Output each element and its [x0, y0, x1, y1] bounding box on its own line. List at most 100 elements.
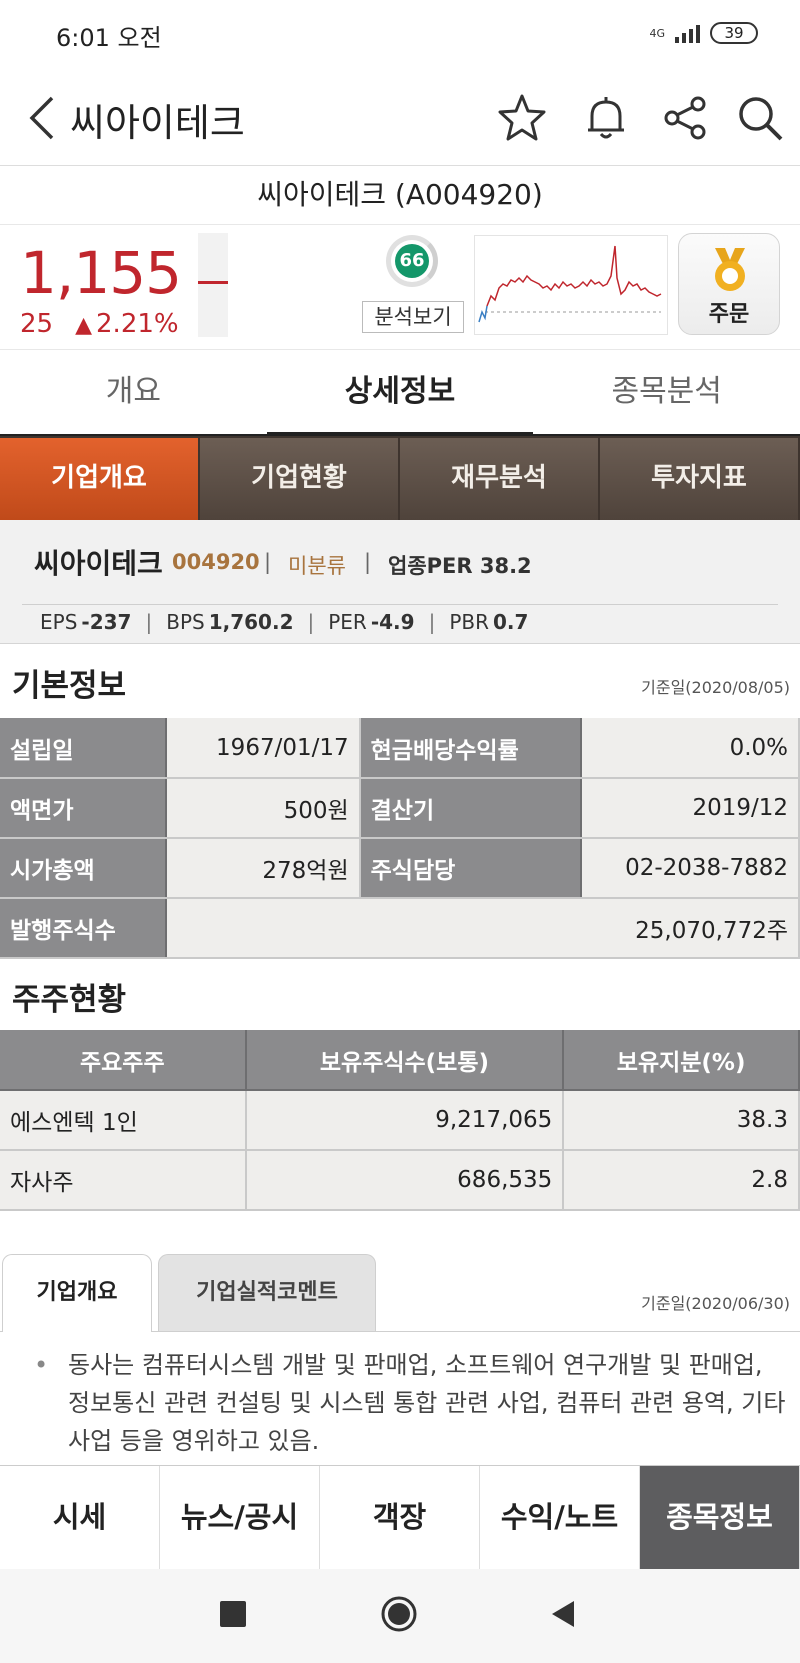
- status-time: 6:01 오전: [56, 24, 162, 52]
- app-header: 씨아이테크: [0, 70, 800, 166]
- table-header-row: 주요주주 보유주식수(보통) 보유지분(%): [0, 1030, 800, 1091]
- day-range-marker: [198, 281, 228, 284]
- tab-earnings-comment[interactable]: 기업실적코멘트: [158, 1254, 376, 1332]
- info-value: 02-2038-7882: [581, 838, 800, 899]
- status-bar: 6:01 오전 4G 39: [0, 0, 800, 70]
- battery-icon: 39: [710, 22, 758, 44]
- nav-lounge[interactable]: 객장: [320, 1466, 480, 1569]
- info-value: 1967/01/17: [165, 718, 361, 779]
- order-button[interactable]: 주문: [678, 233, 780, 335]
- info-value: 25,070,772주: [165, 898, 800, 959]
- table-row: 에스엔텍 1인 9,217,065 38.3: [0, 1090, 800, 1151]
- tab-details[interactable]: 상세정보: [266, 350, 534, 436]
- bottom-navigation: 시세 뉴스/공시 객장 수익/노트 종목정보: [0, 1465, 800, 1569]
- shares-held: 686,535: [245, 1150, 565, 1211]
- price-change: 25 ▲ 2.21%: [20, 309, 179, 339]
- nav-news[interactable]: 뉴스/공시: [160, 1466, 320, 1569]
- sub-tab-bar: 기업개요 기업현황 재무분석 투자지표: [0, 436, 800, 520]
- table-row: 자사주 686,535 2.8: [0, 1150, 800, 1211]
- tab-overview[interactable]: 개요: [0, 350, 267, 434]
- ownership-pct: 38.3: [563, 1090, 800, 1151]
- summary-divider: [22, 604, 778, 605]
- home-icon[interactable]: [380, 1595, 418, 1633]
- star-icon[interactable]: [496, 92, 548, 144]
- nav-quotes[interactable]: 시세: [0, 1466, 160, 1569]
- tab-company-overview[interactable]: 기업개요: [2, 1254, 152, 1332]
- table-row: 발행주식수 25,070,772주: [0, 898, 800, 959]
- summary-separator: |: [264, 550, 272, 574]
- column-header: 보유지분(%): [563, 1030, 800, 1091]
- shareholder-name: 자사주: [0, 1150, 247, 1211]
- current-price: 1,155: [20, 239, 182, 307]
- basic-info-date: 기준일(2020/08/05): [641, 678, 790, 697]
- ownership-pct: 2.8: [563, 1150, 800, 1211]
- metric-bps: BPS 1,760.2: [166, 610, 294, 634]
- metric-separator: |: [145, 610, 153, 634]
- page-title: 씨아이테크: [70, 101, 245, 145]
- search-icon[interactable]: [734, 92, 786, 144]
- info-key: 시가총액: [0, 838, 167, 899]
- company-date: 기준일(2020/06/30): [641, 1294, 790, 1313]
- shareholders-title: 주주현황: [12, 982, 127, 1018]
- company-summary: 씨아이테크 004920 | 미분류 | 업종PER 38.2 EPS -237 …: [0, 520, 800, 644]
- info-value: 278억원: [165, 838, 361, 899]
- shareholders-table: 주요주주 보유주식수(보통) 보유지분(%) 에스엔텍 1인 9,217,065…: [0, 1030, 800, 1211]
- change-amount: 25: [20, 309, 54, 339]
- price-panel: 1,155 25 ▲ 2.21% 66 분석보기 주문: [0, 224, 800, 350]
- company-description: • 동사는 컴퓨터시스템 개발 및 판매업, 소프트웨어 연구개발 및 판매업,…: [30, 1346, 790, 1460]
- metric-per: PER -4.9: [328, 610, 415, 634]
- basic-info-title: 기본정보: [12, 668, 127, 704]
- medal-icon: [715, 248, 745, 291]
- nav-stock-info[interactable]: 종목정보: [640, 1466, 800, 1569]
- recent-apps-icon[interactable]: [220, 1601, 246, 1627]
- summary-stock-code: 004920: [172, 550, 260, 574]
- back-nav-icon[interactable]: [550, 1599, 576, 1629]
- info-key: 설립일: [0, 718, 167, 779]
- info-value: 2019/12: [581, 778, 800, 839]
- column-header: 보유주식수(보통): [245, 1030, 565, 1091]
- key-metrics: EPS -237 | BPS 1,760.2 | PER -4.9 | PBR 0.7: [40, 610, 528, 634]
- stock-full-name: 씨아이테크 (A004920): [257, 178, 543, 211]
- subtab-company-overview[interactable]: 기업개요: [0, 436, 200, 520]
- signal-icon: [675, 23, 700, 43]
- nav-profit-note[interactable]: 수익/노트: [480, 1466, 640, 1569]
- main-tab-bar: 개요 상세정보 종목분석: [0, 350, 800, 436]
- table-row: 설립일 1967/01/17 현금배당수익률 0.0%: [0, 718, 800, 779]
- metric-separator: |: [307, 610, 315, 634]
- subtab-financial-analysis[interactable]: 재무분석: [400, 436, 600, 520]
- network-label: 4G: [649, 26, 665, 40]
- bell-icon[interactable]: [580, 92, 632, 144]
- summary-sector-per: 업종PER 38.2: [388, 554, 532, 578]
- info-value: 500원: [165, 778, 361, 839]
- analysis-button[interactable]: 분석보기: [362, 301, 464, 333]
- info-key: 액면가: [0, 778, 167, 839]
- description-text: 동사는 컴퓨터시스템 개발 및 판매업, 소프트웨어 연구개발 및 판매업, 정…: [68, 1351, 786, 1455]
- shares-held: 9,217,065: [245, 1090, 565, 1151]
- system-navigation-bar: [0, 1569, 800, 1663]
- subtab-company-status[interactable]: 기업현황: [200, 436, 400, 520]
- intraday-sparkline[interactable]: [474, 235, 668, 335]
- info-key: 발행주식수: [0, 898, 167, 959]
- tab-stock-analysis[interactable]: 종목분석: [533, 350, 800, 434]
- analysis-score-badge[interactable]: 66: [386, 235, 438, 287]
- metric-eps: EPS -237: [40, 610, 132, 634]
- column-header: 주요주주: [0, 1030, 247, 1091]
- change-percent: 2.21%: [96, 309, 179, 339]
- table-row: 액면가 500원 결산기 2019/12: [0, 778, 800, 839]
- back-icon[interactable]: [20, 92, 68, 144]
- table-row: 시가총액 278억원 주식담당 02-2038-7882: [0, 838, 800, 899]
- bullet-icon: •: [34, 1351, 49, 1379]
- basic-info-table: 설립일 1967/01/17 현금배당수익률 0.0% 액면가 500원 결산기…: [0, 718, 800, 959]
- shareholder-name: 에스엔텍 1인: [0, 1090, 247, 1151]
- summary-classification: 미분류: [288, 554, 346, 578]
- metric-separator: |: [428, 610, 436, 634]
- share-icon[interactable]: [660, 92, 712, 144]
- info-value: 0.0%: [581, 718, 800, 779]
- info-key: 주식담당: [359, 838, 583, 899]
- analysis-score: 66: [395, 244, 429, 278]
- up-triangle-icon: ▲: [75, 313, 93, 338]
- order-label: 주문: [708, 302, 750, 327]
- subtab-investment-indicators[interactable]: 투자지표: [600, 436, 800, 520]
- metric-pbr: PBR 0.7: [449, 610, 529, 634]
- summary-company-name: 씨아이테크: [34, 547, 163, 580]
